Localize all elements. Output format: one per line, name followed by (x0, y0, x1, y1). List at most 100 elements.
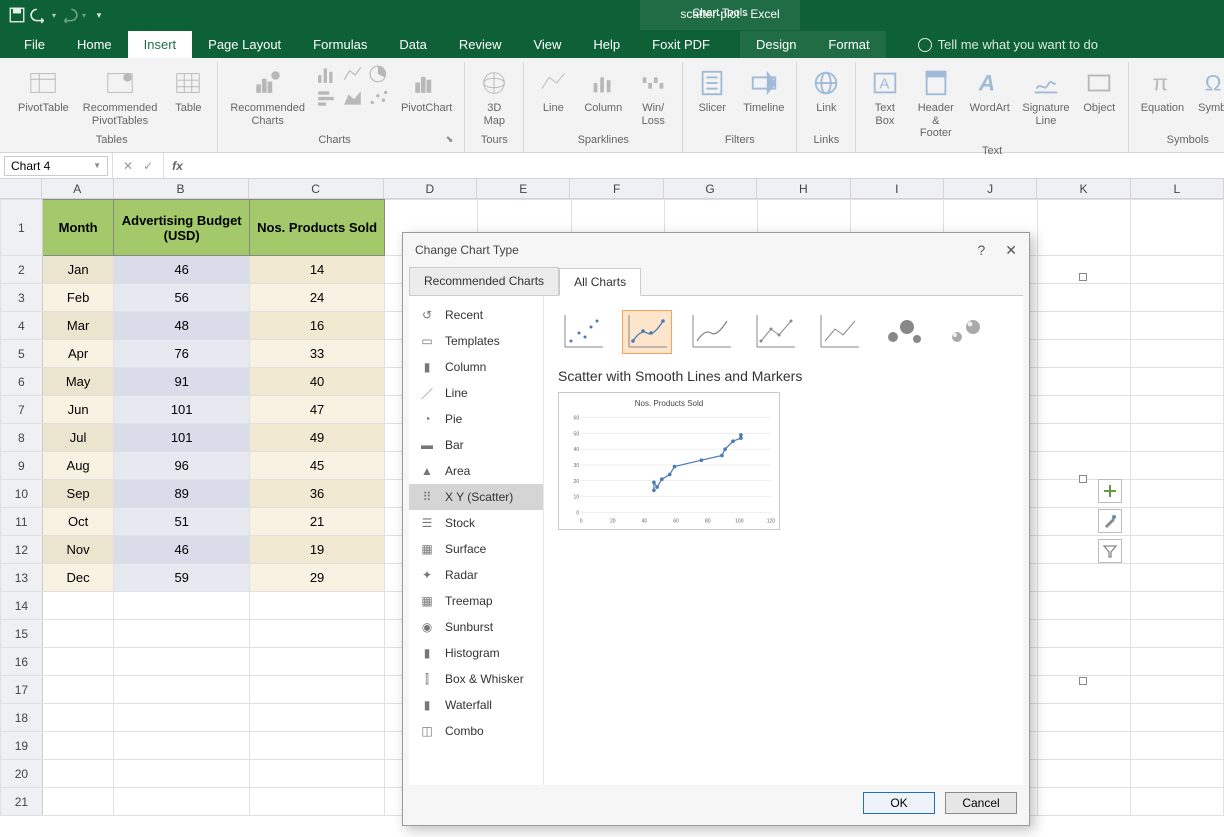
category-area[interactable]: ▲Area (409, 458, 543, 484)
chart-preview[interactable]: Nos. Products Sold 010203040506002040608… (558, 392, 780, 530)
header-footer-button[interactable]: Header & Footer (911, 64, 960, 142)
close-icon[interactable]: ✕ (1005, 242, 1017, 259)
3dmap-button[interactable]: 3D Map (473, 64, 515, 129)
spark-winloss-button[interactable]: Win/ Loss (632, 64, 674, 129)
undo-icon[interactable] (30, 6, 48, 24)
chart-type-gallery[interactable] (315, 64, 391, 110)
pie-chart-icon[interactable] (367, 64, 391, 84)
column-chart-icon[interactable] (315, 64, 339, 84)
tab-file[interactable]: File (8, 31, 61, 58)
bubble-3d-subtype[interactable] (942, 310, 992, 354)
pivottable-button[interactable]: PivotTable (14, 64, 73, 117)
chart-style-button[interactable] (1098, 509, 1122, 533)
scatter-chart-icon[interactable] (367, 88, 391, 108)
category-histogram[interactable]: ▮Histogram (409, 640, 543, 666)
category-stock[interactable]: ☰Stock (409, 510, 543, 536)
dialog-launcher-icon[interactable]: ⬊ (443, 131, 457, 150)
category-box-whisker[interactable]: ⫿Box & Whisker (409, 666, 543, 692)
recommended-charts-button[interactable]: Recommended Charts (226, 64, 309, 129)
tab-design[interactable]: Design (740, 31, 812, 58)
scatter-straight-markers-subtype[interactable] (750, 310, 800, 354)
slicer-button[interactable]: Slicer (691, 64, 733, 117)
select-all-button[interactable] (0, 179, 42, 199)
link-button[interactable]: Link (805, 64, 847, 117)
object-button[interactable]: Object (1079, 64, 1120, 117)
tab-format[interactable]: Format (812, 31, 885, 58)
selection-handle[interactable] (1079, 677, 1087, 685)
equation-button[interactable]: πEquation (1137, 64, 1188, 117)
chart-add-element-button[interactable] (1098, 479, 1122, 503)
column-header[interactable]: F (570, 179, 663, 198)
chart-filter-button[interactable] (1098, 539, 1122, 563)
tab-foxit[interactable]: Foxit PDF (636, 31, 726, 58)
textbox-button[interactable]: AText Box (864, 64, 905, 129)
accept-formula-icon[interactable]: ✓ (143, 159, 153, 173)
category-sunburst[interactable]: ◉Sunburst (409, 614, 543, 640)
selection-handle[interactable] (1079, 475, 1087, 483)
scatter-markers-subtype[interactable] (558, 310, 608, 354)
bar-chart-icon[interactable] (315, 88, 339, 108)
spark-line-button[interactable]: Line (532, 64, 574, 117)
pivotchart-button[interactable]: PivotChart (397, 64, 456, 117)
tab-all-charts[interactable]: All Charts (559, 268, 641, 296)
tab-home[interactable]: Home (61, 31, 128, 58)
ok-button[interactable]: OK (863, 792, 935, 814)
column-header[interactable]: K (1037, 179, 1130, 198)
table-button[interactable]: Table (167, 64, 209, 117)
symbol-button[interactable]: ΩSymbol (1194, 64, 1224, 117)
tell-me-search[interactable]: Tell me what you want to do (906, 31, 1110, 58)
column-header[interactable]: G (664, 179, 757, 198)
category-treemap[interactable]: ▦Treemap (409, 588, 543, 614)
category-radar[interactable]: ✦Radar (409, 562, 543, 588)
column-header[interactable]: B (114, 179, 249, 198)
redo-icon[interactable] (60, 6, 78, 24)
category-combo[interactable]: ◫Combo (409, 718, 543, 744)
save-icon[interactable] (8, 6, 26, 24)
help-icon[interactable]: ? (977, 242, 985, 259)
column-header[interactable]: A (42, 179, 114, 198)
column-header[interactable]: D (384, 179, 477, 198)
cancel-button[interactable]: Cancel (945, 792, 1017, 814)
category-surface[interactable]: ▦Surface (409, 536, 543, 562)
tab-data[interactable]: Data (383, 31, 442, 58)
scatter-smooth-subtype[interactable] (686, 310, 736, 354)
column-header[interactable]: J (944, 179, 1037, 198)
column-header[interactable]: E (477, 179, 570, 198)
tab-insert[interactable]: Insert (128, 31, 193, 58)
category-templates[interactable]: ▭Templates (409, 328, 543, 354)
tab-review[interactable]: Review (443, 31, 518, 58)
qat-customize-icon[interactable]: ▾ (90, 6, 108, 24)
line-chart-icon[interactable] (341, 64, 365, 84)
tab-help[interactable]: Help (577, 31, 636, 58)
column-header[interactable]: H (757, 179, 850, 198)
cancel-formula-icon[interactable]: ✕ (123, 159, 133, 173)
fx-icon[interactable]: fx (164, 159, 191, 173)
tab-formulas[interactable]: Formulas (297, 31, 383, 58)
category-line[interactable]: ／Line (409, 380, 543, 406)
chevron-down-icon[interactable]: ▼ (93, 161, 101, 170)
spark-column-button[interactable]: Column (580, 64, 626, 117)
tab-recommended-charts[interactable]: Recommended Charts (409, 267, 559, 295)
timeline-button[interactable]: Timeline (739, 64, 788, 117)
category-x-y-scatter-[interactable]: ⠿X Y (Scatter) (409, 484, 543, 510)
scatter-straight-subtype[interactable] (814, 310, 864, 354)
tab-page-layout[interactable]: Page Layout (192, 31, 297, 58)
category-waterfall[interactable]: ▮Waterfall (409, 692, 543, 718)
category-bar[interactable]: ▬Bar (409, 432, 543, 458)
category-pie[interactable]: ◔Pie (409, 406, 543, 432)
column-header[interactable]: C (249, 179, 384, 198)
area-chart-icon[interactable] (341, 88, 365, 108)
category-recent[interactable]: ↺Recent (409, 302, 543, 328)
column-header[interactable]: L (1131, 179, 1224, 198)
scatter-smooth-markers-subtype[interactable] (622, 310, 672, 354)
column-header[interactable]: I (851, 179, 944, 198)
recommended-pivot-button[interactable]: Recommended PivotTables (79, 64, 162, 129)
bubble-subtype[interactable] (878, 310, 928, 354)
wordart-button[interactable]: AWordArt (966, 64, 1013, 117)
category-column[interactable]: ▮Column (409, 354, 543, 380)
name-box[interactable]: Chart 4▼ (4, 156, 108, 176)
dialog-titlebar[interactable]: Change Chart Type ? ✕ (403, 233, 1029, 267)
selection-handle[interactable] (1079, 273, 1087, 281)
tab-view[interactable]: View (517, 31, 577, 58)
signature-button[interactable]: Signature Line (1019, 64, 1073, 129)
